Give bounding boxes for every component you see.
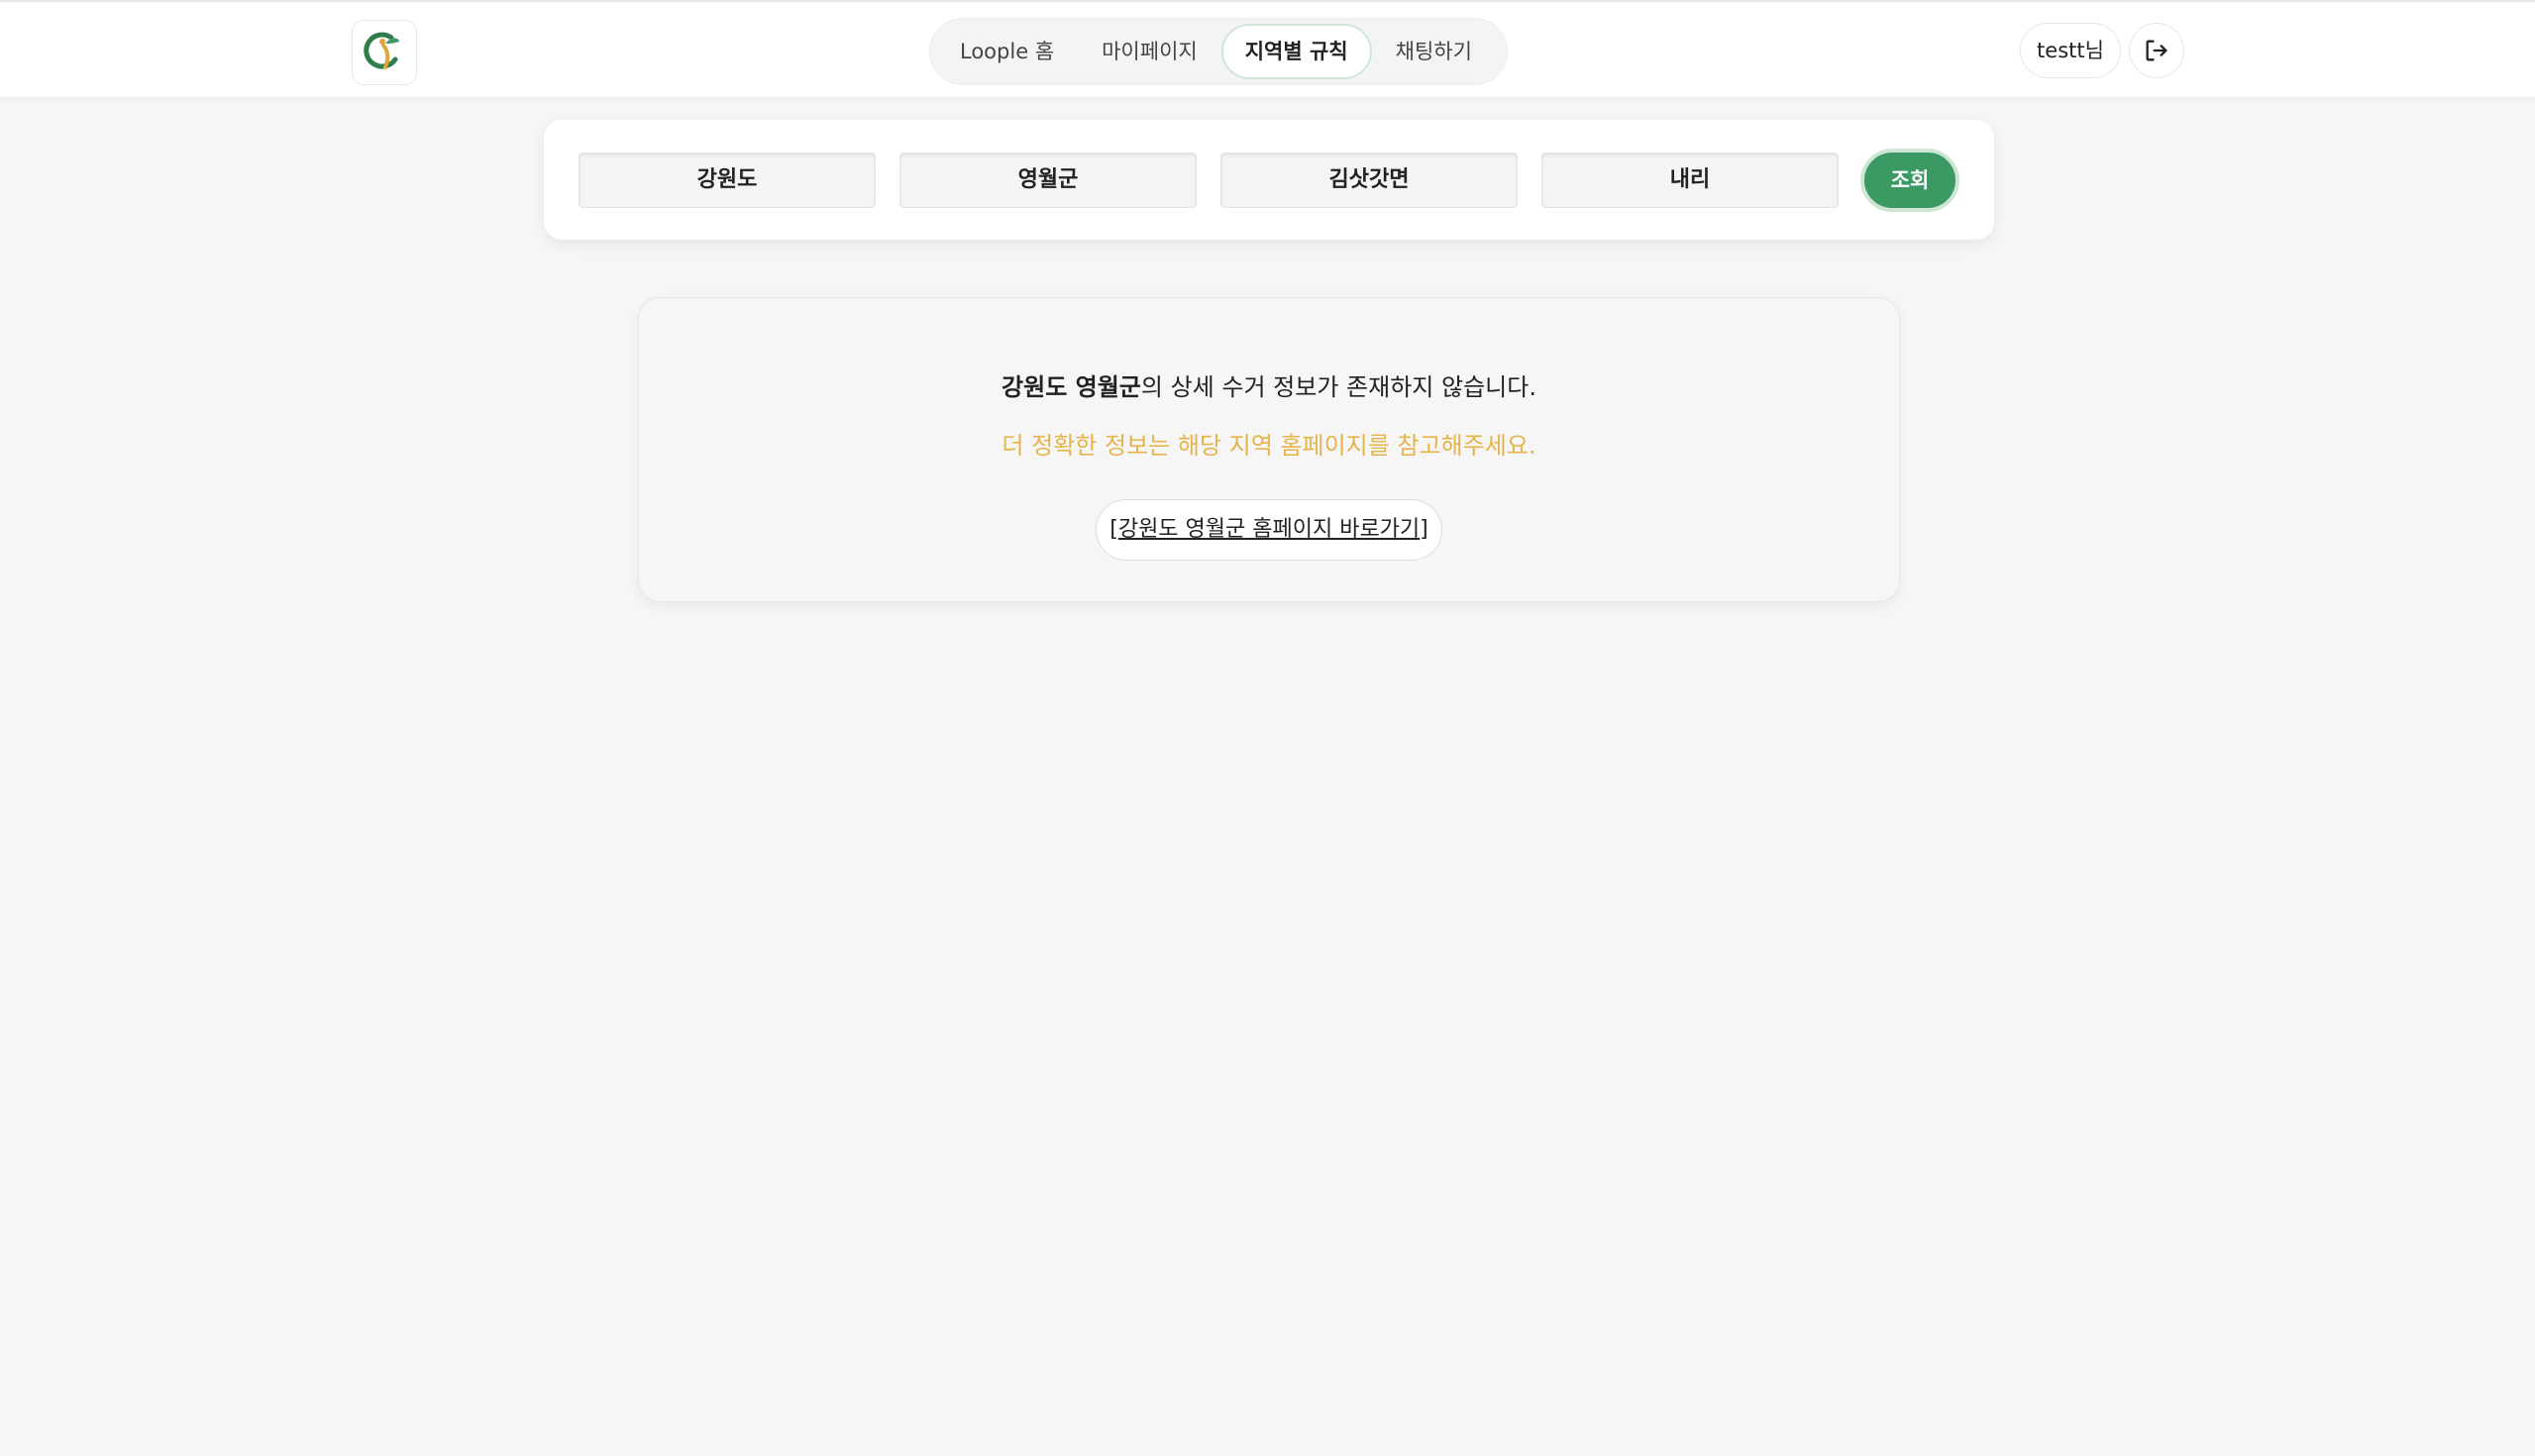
- result-card: 강원도 영월군의 상세 수거 정보가 존재하지 않습니다. 더 정확한 정보는 …: [638, 297, 1900, 602]
- top-navigation-bar: Loople 홈 마이페이지 지역별 규칙 채팅하기 testt님: [0, 0, 2535, 97]
- nav-mypage[interactable]: 마이페이지: [1078, 24, 1221, 79]
- nav-loople-home[interactable]: Loople 홈: [936, 24, 1078, 79]
- link-bracket-close: ]: [1420, 517, 1428, 542]
- no-info-text: 의 상세 수거 정보가 존재하지 않습니다.: [1140, 373, 1536, 401]
- region-name: 강원도 영월군: [1002, 373, 1141, 401]
- nav-regional-rules[interactable]: 지역별 규칙: [1220, 24, 1372, 79]
- county-select[interactable]: 영월군: [899, 153, 1197, 208]
- no-info-message: 강원도 영월군의 상세 수거 정보가 존재하지 않습니다.: [639, 367, 1899, 402]
- town-select[interactable]: 김삿갓면: [1220, 153, 1518, 208]
- region-filter-panel: 강원도 영월군 김삿갓면 내리 조회: [544, 120, 1994, 240]
- loople-logo-icon: [364, 32, 399, 69]
- village-select[interactable]: 내리: [1541, 153, 1839, 208]
- nav-chat[interactable]: 채팅하기: [1372, 24, 1496, 79]
- user-name-badge[interactable]: testt님: [2020, 23, 2121, 78]
- region-homepage-link[interactable]: [강원도 영월군 홈페이지 바로가기]: [1096, 499, 1442, 561]
- region-homepage-link-label[interactable]: 강원도 영월군 홈페이지 바로가기: [1118, 517, 1420, 542]
- logout-button[interactable]: [2129, 23, 2184, 78]
- hint-text: 더 정확한 정보는 해당 지역 홈페이지를 참고해주세요.: [1002, 432, 1536, 460]
- main-nav: Loople 홈 마이페이지 지역별 규칙 채팅하기: [929, 18, 1508, 85]
- logout-icon: [2146, 40, 2167, 61]
- search-button[interactable]: 조회: [1860, 149, 1959, 212]
- link-bracket-open: [: [1109, 517, 1118, 542]
- logo[interactable]: [352, 20, 417, 85]
- province-select[interactable]: 강원도: [579, 153, 876, 208]
